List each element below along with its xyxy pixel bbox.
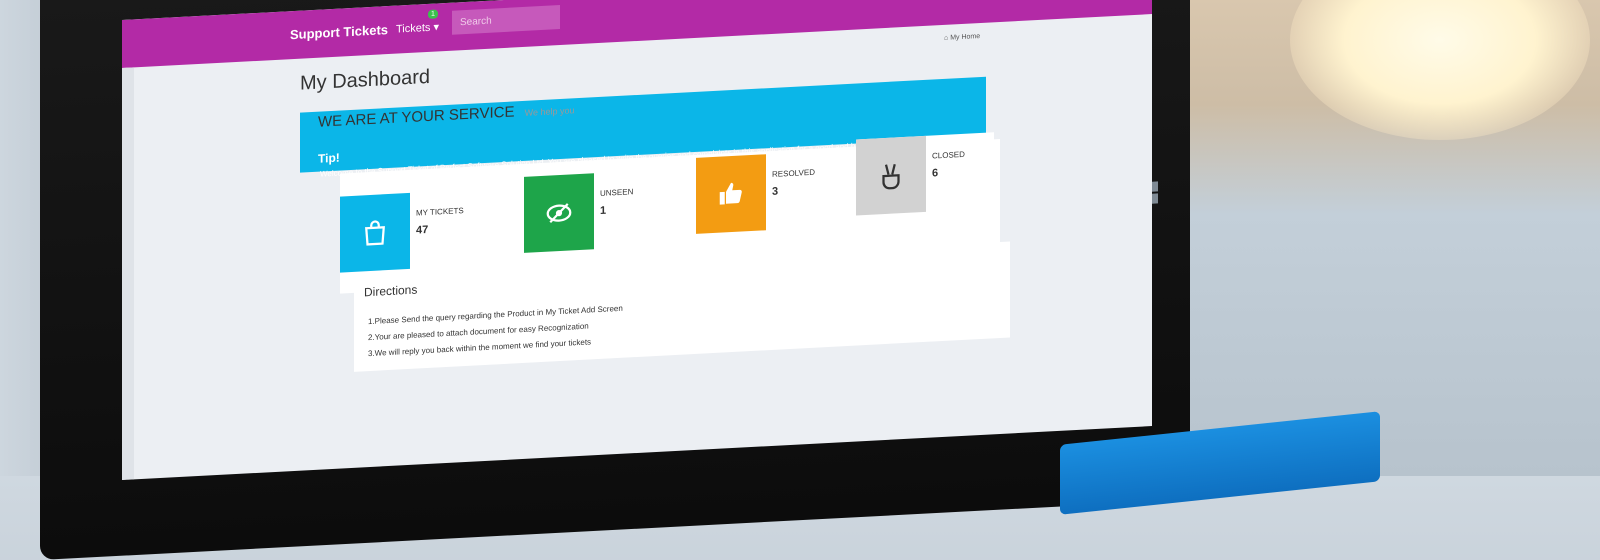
card-value: 3 [772, 185, 779, 198]
service-subtitle: We help you [524, 105, 575, 118]
victory-hand-icon [856, 135, 926, 216]
card-value: 47 [416, 223, 429, 237]
app-screen: Support Tickets Tickets ▾ 1 My Dashboard… [122, 0, 1152, 480]
brand-link[interactable]: Support Tickets [290, 22, 388, 42]
card-resolved[interactable]: RESOLVED 3 [696, 150, 844, 234]
card-value: 6 [932, 167, 939, 180]
search-input[interactable] [452, 5, 560, 35]
home-icon: ⌂ [944, 34, 949, 42]
directions-title: Directions [364, 282, 418, 300]
card-label: UNSEEN [600, 187, 634, 198]
sidebar-edge [122, 67, 134, 480]
tip-title: Tip! [318, 150, 340, 166]
tickets-menu-label: Tickets [396, 21, 431, 36]
shopping-bag-icon [340, 192, 410, 273]
card-label: CLOSED [932, 149, 965, 161]
thumbs-up-icon [696, 154, 766, 234]
page-title: My Dashboard [300, 65, 431, 95]
tickets-menu[interactable]: Tickets ▾ [396, 20, 439, 35]
card-value: 1 [600, 204, 607, 217]
direction-item: 3.We will reply you back within the mome… [368, 337, 592, 359]
card-my-tickets[interactable]: MY TICKETS 47 [340, 187, 514, 273]
card-closed[interactable]: CLOSED 6 [856, 132, 994, 216]
card-label: MY TICKETS [416, 206, 464, 218]
eye-off-icon [524, 173, 594, 253]
chevron-down-icon: ▾ [433, 21, 440, 34]
card-label: RESOLVED [772, 167, 815, 179]
tickets-badge: 1 [428, 9, 438, 19]
breadcrumb-label: My Home [950, 33, 981, 42]
card-unseen[interactable]: UNSEEN 1 [524, 168, 684, 253]
breadcrumb[interactable]: ⌂ My Home [944, 33, 980, 42]
